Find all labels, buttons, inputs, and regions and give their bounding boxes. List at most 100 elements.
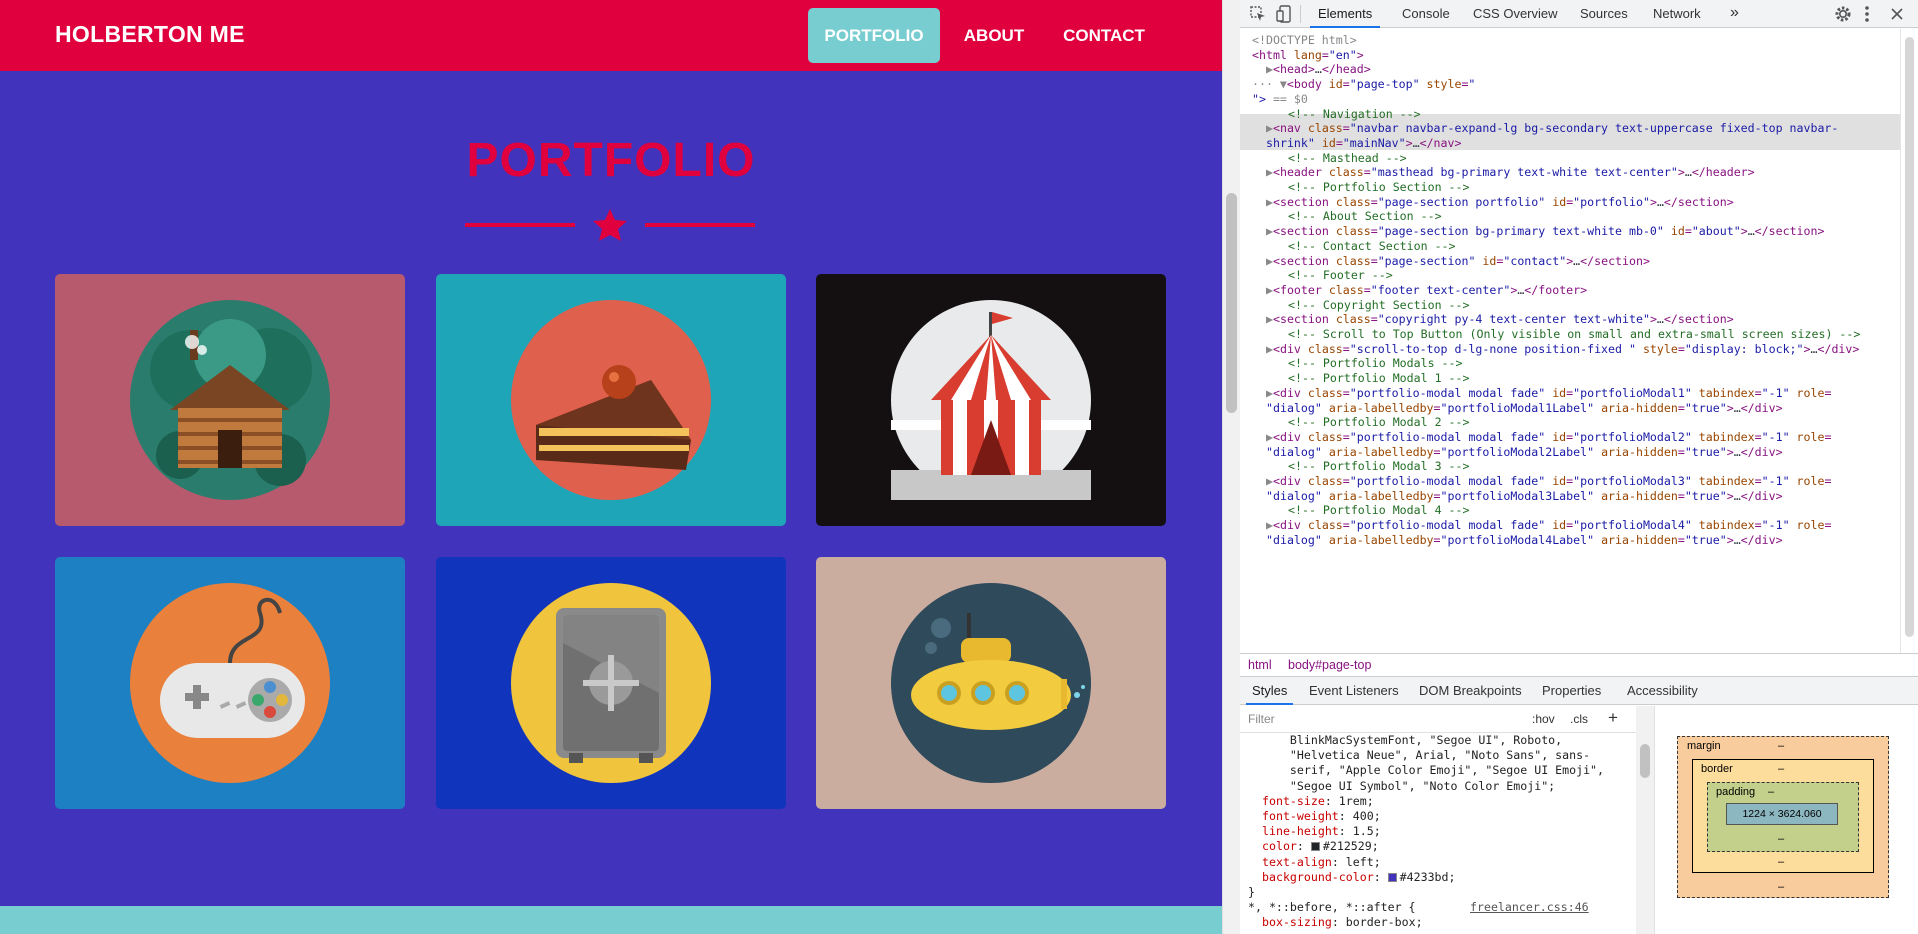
css-property-value[interactable]: left;	[1346, 855, 1381, 869]
styles-scrollbar[interactable]	[1636, 706, 1654, 934]
portfolio-heading: PORTFOLIO	[466, 134, 756, 187]
tab-elements[interactable]: Elements	[1310, 0, 1381, 28]
stylesheet-source-link[interactable]: freelancer.css:46	[1470, 900, 1589, 915]
style-declaration[interactable]: serif, "Apple Color Emoji", "Segoe UI Em…	[1262, 763, 1604, 778]
dom-token: role	[1796, 518, 1825, 533]
breadcrumb-body[interactable]: body#page-top	[1288, 654, 1371, 676]
dom-token: ▶	[1266, 341, 1273, 356]
settings-gear-icon[interactable]	[1834, 5, 1852, 23]
brand-logo-link[interactable]: HOLBERTON ME	[55, 21, 245, 48]
css-property-name[interactable]: text-align	[1262, 855, 1332, 869]
style-declaration[interactable]: BlinkMacSystemFont, "Segoe UI", Roboto,	[1262, 733, 1562, 748]
color-swatch[interactable]	[1310, 842, 1320, 852]
css-property-value[interactable]: 400;	[1353, 809, 1381, 823]
box-model-margin[interactable]: margin – – border – – padding – 1224 × 3…	[1677, 736, 1889, 898]
border-bottom-value: –	[1778, 856, 1785, 868]
dom-token: </div>	[1817, 341, 1860, 356]
tab-sources[interactable]: Sources	[1580, 0, 1628, 28]
css-colon: :	[1331, 915, 1346, 930]
box-model-content[interactable]: 1224 × 3624.060	[1726, 803, 1838, 825]
nav-link-contact[interactable]: CONTACT	[1050, 8, 1158, 63]
styles-filter-input[interactable]: Filter	[1248, 712, 1275, 726]
breadcrumb-html[interactable]: html	[1248, 654, 1272, 676]
portfolio-item-circus[interactable]	[816, 274, 1166, 526]
css-property-name[interactable]: box-sizing	[1262, 915, 1332, 929]
style-declaration[interactable]: "Helvetica Neue", Arial, "Noto Sans", sa…	[1262, 748, 1590, 763]
page-scrollbar-thumb[interactable]	[1226, 193, 1237, 413]
styles-scrollbar-thumb[interactable]	[1640, 744, 1650, 778]
color-swatch[interactable]	[1387, 872, 1397, 882]
portfolio-item-cabin[interactable]	[55, 274, 405, 526]
dom-tree-scrollbar[interactable]	[1900, 29, 1918, 653]
css-property-name[interactable]: line-height	[1262, 824, 1339, 838]
tab-properties[interactable]: Properties	[1542, 677, 1601, 705]
portfolio-item-submarine[interactable]	[816, 557, 1166, 809]
kebab-menu-icon[interactable]	[1864, 5, 1870, 23]
box-model-border[interactable]: border – – padding – 1224 × 3624.060 –	[1692, 759, 1874, 873]
more-tabs-icon[interactable]: »	[1730, 0, 1739, 27]
dom-tree[interactable]: <!DOCTYPE html> <html lang="en"> ▶<head>…<…	[1240, 29, 1900, 653]
page-scrollbar[interactable]	[1222, 0, 1240, 934]
style-declaration[interactable]: font-size: 1rem;	[1262, 794, 1374, 809]
dom-token: </section>	[1754, 224, 1825, 239]
dom-token: </header>	[1691, 165, 1755, 180]
new-style-rule-button[interactable]: +	[1608, 708, 1618, 728]
dom-token: aria-hidden	[1601, 532, 1678, 547]
css-property-value[interactable]: border-box;	[1346, 915, 1423, 929]
class-toggle[interactable]: .cls	[1570, 712, 1588, 726]
tab-event-listeners[interactable]: Event Listeners	[1309, 677, 1399, 705]
tab-console[interactable]: Console	[1402, 0, 1450, 28]
style-declaration[interactable]: line-height: 1.5;	[1262, 824, 1381, 839]
portfolio-item-safe[interactable]	[436, 557, 786, 809]
style-declaration[interactable]: color: #212529;	[1262, 839, 1379, 854]
dom-token: "page-section"	[1377, 253, 1483, 268]
css-property-name[interactable]: font-weight	[1262, 809, 1339, 823]
css-value-text: "Segoe UI Symbol", "Noto Color Emoji";	[1262, 778, 1556, 793]
css-colon: :	[1324, 793, 1339, 808]
tab-network[interactable]: Network	[1653, 0, 1701, 28]
inspect-element-icon[interactable]	[1250, 6, 1266, 22]
dom-token: "display: block;"	[1684, 341, 1804, 356]
dom-token: …	[1733, 488, 1741, 503]
dom-token: =	[1433, 532, 1441, 547]
dom-token: ▶	[1266, 253, 1273, 268]
hover-state-toggle[interactable]: :hov	[1532, 712, 1555, 726]
css-property-name[interactable]: font-size	[1262, 794, 1325, 808]
portfolio-item-cake[interactable]	[436, 274, 786, 526]
style-declaration[interactable]: box-sizing: border-box;	[1262, 915, 1423, 930]
box-model-padding[interactable]: padding – 1224 × 3624.060 –	[1707, 782, 1859, 852]
dom-token: =	[1677, 341, 1685, 356]
tab-css-overview[interactable]: CSS Overview	[1473, 0, 1558, 28]
device-toolbar-icon[interactable]	[1276, 5, 1292, 23]
styles-pane[interactable]: BlinkMacSystemFont, "Segoe UI", Roboto, …	[1240, 733, 1654, 934]
tab-dom-breakpoints[interactable]: DOM Breakpoints	[1419, 677, 1522, 705]
css-property-value[interactable]: #212529;	[1323, 839, 1379, 853]
dom-token: =	[1824, 518, 1832, 533]
nav-link-about[interactable]: ABOUT	[950, 8, 1038, 63]
style-declaration[interactable]: *, *::before, *::after {freelancer.css:4…	[1248, 900, 1589, 915]
css-value-text: BlinkMacSystemFont, "Segoe UI", Roboto,	[1262, 733, 1563, 747]
dom-token: "page-top"	[1349, 77, 1427, 92]
star-divider	[465, 209, 755, 241]
portfolio-item-game[interactable]	[55, 557, 405, 809]
tab-accessibility[interactable]: Accessibility	[1627, 677, 1698, 705]
style-declaration[interactable]: text-align: left;	[1262, 855, 1381, 870]
style-declaration[interactable]: "Segoe UI Symbol", "Noto Color Emoji";	[1262, 779, 1555, 794]
close-devtools-icon[interactable]	[1890, 7, 1904, 21]
css-property-name[interactable]: background-color	[1262, 870, 1374, 884]
css-property-name[interactable]: color	[1262, 839, 1297, 853]
dom-token: </footer>	[1524, 282, 1588, 297]
tab-styles[interactable]: Styles	[1246, 677, 1294, 705]
nav-link-portfolio[interactable]: PORTFOLIO	[808, 8, 940, 63]
css-property-value[interactable]: #4233bd;	[1400, 870, 1456, 884]
style-declaration[interactable]: font-weight: 400;	[1262, 809, 1381, 824]
dom-token: </div>	[1740, 532, 1783, 547]
toolbar-separator	[1300, 5, 1301, 23]
css-property-value[interactable]: 1rem;	[1339, 794, 1374, 808]
dom-tree-line[interactable]: "dialog" aria-labelledby="portfolioModal…	[1266, 531, 1783, 549]
dom-tree-scrollbar-thumb[interactable]	[1905, 37, 1914, 637]
css-property-value[interactable]: 1.5;	[1353, 824, 1381, 838]
style-declaration[interactable]: }	[1248, 885, 1255, 900]
dom-token: =	[1342, 77, 1350, 92]
style-declaration[interactable]: background-color: #4233bd;	[1262, 870, 1456, 885]
